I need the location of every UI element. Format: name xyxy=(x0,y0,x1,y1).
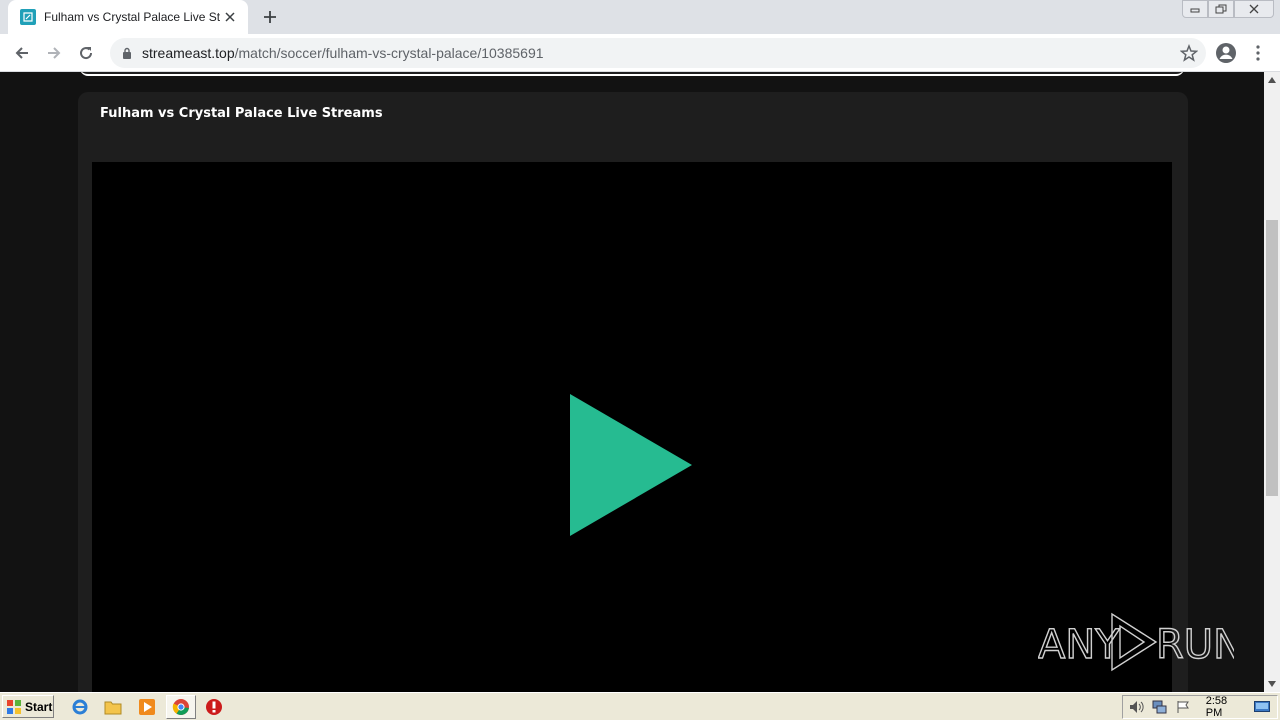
tab-close-icon[interactable] xyxy=(222,9,238,25)
media-player-icon[interactable] xyxy=(137,697,157,717)
profile-avatar-icon[interactable] xyxy=(1214,41,1238,65)
restore-icon xyxy=(1215,4,1227,14)
close-icon xyxy=(1249,4,1259,14)
url-path: /match/soccer/fulham-vs-crystal-palace/1… xyxy=(234,45,544,61)
window-close-button[interactable] xyxy=(1234,0,1274,18)
scroll-up-button[interactable] xyxy=(1264,72,1280,88)
folder-icon[interactable] xyxy=(103,697,123,717)
browser-menu-icon[interactable] xyxy=(1248,41,1268,65)
network-icon[interactable] xyxy=(1152,699,1168,715)
start-button[interactable]: Start xyxy=(2,695,54,718)
previous-card-edge xyxy=(80,72,1184,76)
back-button[interactable] xyxy=(8,39,36,67)
url-text: streameast.top/match/soccer/fulham-vs-cr… xyxy=(142,45,544,61)
scrollbar-thumb[interactable] xyxy=(1266,220,1278,496)
watermark-text-right: RUN xyxy=(1156,622,1234,668)
opera-icon[interactable] xyxy=(204,697,224,717)
forward-button[interactable] xyxy=(40,39,68,67)
play-icon[interactable] xyxy=(568,392,694,538)
bookmark-star-icon[interactable] xyxy=(1179,43,1199,62)
url-host: streameast.top xyxy=(142,45,235,61)
window-minimize-button[interactable] xyxy=(1182,0,1208,18)
video-player[interactable] xyxy=(92,162,1172,692)
volume-icon[interactable] xyxy=(1129,699,1145,715)
tab-strip: Fulham vs Crystal Palace Live Streams xyxy=(0,0,1280,34)
lock-icon[interactable] xyxy=(120,46,134,60)
minimize-icon xyxy=(1190,8,1200,13)
stream-card: Fulham vs Crystal Palace Live Streams xyxy=(78,92,1188,692)
arrow-left-icon xyxy=(15,47,28,59)
show-desktop-icon[interactable] xyxy=(1254,699,1270,715)
chrome-icon[interactable] xyxy=(166,695,196,719)
triangle-down-icon xyxy=(1268,681,1276,687)
anyrun-watermark: ANY RUN xyxy=(1038,612,1234,672)
taskbar-clock[interactable]: 2:58 PM xyxy=(1206,695,1246,719)
ie-icon[interactable] xyxy=(70,697,90,717)
windows-taskbar: Start 2:58 PM xyxy=(0,692,1280,720)
stream-title: Fulham vs Crystal Palace Live Streams xyxy=(100,106,383,121)
triangle-up-icon xyxy=(1268,77,1276,83)
plus-icon xyxy=(264,11,276,23)
address-bar[interactable]: streameast.top/match/soccer/fulham-vs-cr… xyxy=(110,38,1206,68)
browser-toolbar: streameast.top/match/soccer/fulham-vs-cr… xyxy=(0,34,1280,72)
page-scrollbar[interactable] xyxy=(1264,72,1280,692)
tab-title: Fulham vs Crystal Palace Live Streams xyxy=(44,10,220,24)
start-label: Start xyxy=(25,699,53,714)
page-viewport: Fulham vs Crystal Palace Live Streams AN… xyxy=(0,72,1264,692)
reload-button[interactable] xyxy=(72,39,100,67)
action-center-flag-icon[interactable] xyxy=(1175,699,1191,715)
scroll-down-button[interactable] xyxy=(1264,676,1280,692)
new-tab-button[interactable] xyxy=(258,5,282,29)
arrow-right-icon xyxy=(48,47,61,59)
site-favicon-icon xyxy=(20,9,36,25)
tab-active[interactable]: Fulham vs Crystal Palace Live Streams xyxy=(8,0,248,34)
watermark-text-left: ANY xyxy=(1038,622,1120,668)
windows-logo-icon xyxy=(7,699,21,714)
system-tray: 2:58 PM xyxy=(1122,695,1278,719)
reload-icon xyxy=(80,47,93,60)
window-restore-button[interactable] xyxy=(1208,0,1234,18)
